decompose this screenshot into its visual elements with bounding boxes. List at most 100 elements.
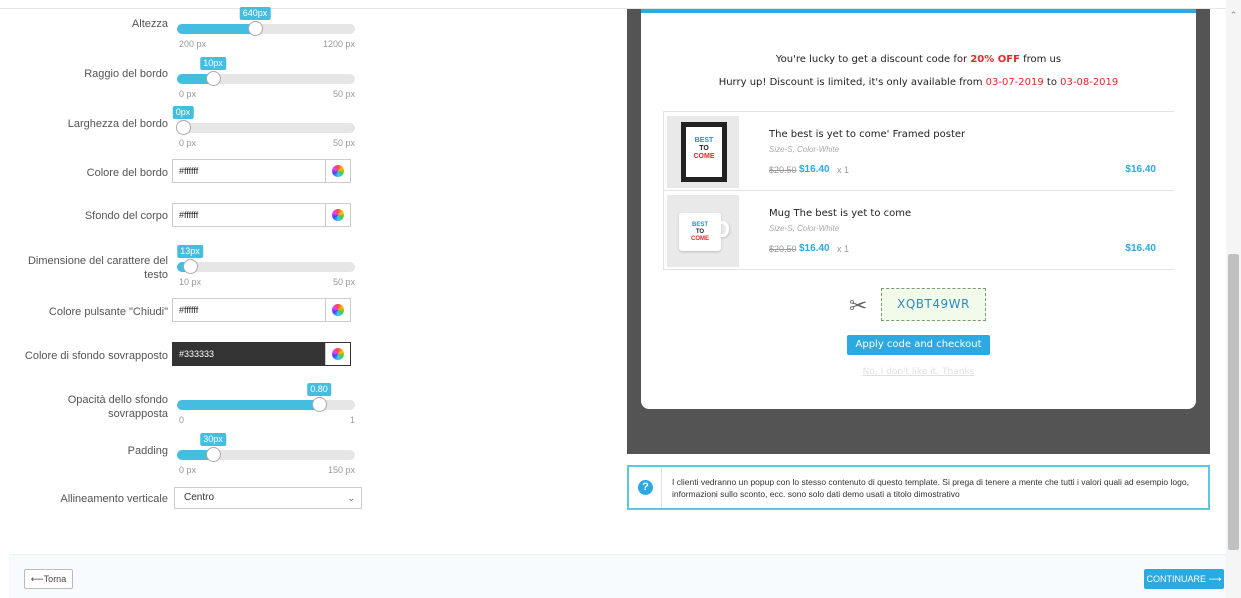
scroll-up-icon[interactable]: ⌃ bbox=[1226, 8, 1241, 22]
border-width-label: Larghezza del bordo bbox=[67, 118, 168, 130]
vertical-align-label: Allineamento verticale bbox=[60, 493, 168, 505]
discount-code[interactable]: XQBT49WR bbox=[881, 288, 986, 321]
slider-value-bubble: 13px bbox=[177, 245, 203, 258]
slider-min: 0 px bbox=[179, 138, 197, 148]
slider-fill bbox=[177, 24, 255, 34]
color-picker-button[interactable] bbox=[325, 343, 350, 365]
color-picker-button[interactable] bbox=[325, 204, 350, 226]
product-total: $16.40 bbox=[1125, 164, 1156, 175]
info-text: I clienti vedranno un popup con lo stess… bbox=[672, 477, 1189, 499]
product-total: $16.40 bbox=[1125, 243, 1156, 254]
continue-button[interactable]: CONTINUARE ⟶ bbox=[1144, 569, 1224, 589]
slider-fill bbox=[177, 400, 319, 410]
slider-track bbox=[177, 24, 355, 34]
vertical-scrollbar[interactable]: ⌃ bbox=[1226, 0, 1241, 598]
overlay-bg-input[interactable]: #333333 bbox=[172, 342, 351, 366]
overlay-bg-value: #333333 bbox=[179, 349, 215, 359]
color-wheel-icon bbox=[332, 304, 344, 316]
color-wheel-icon bbox=[332, 165, 344, 177]
apply-code-button[interactable]: Apply code and checkout bbox=[847, 335, 990, 355]
question-icon: ? bbox=[638, 480, 653, 495]
close-color-label: Colore pulsante "Chiudi" bbox=[48, 306, 168, 318]
slider-min: 200 px bbox=[179, 39, 207, 49]
discount-amount: 20% OFF bbox=[970, 54, 1020, 65]
slider-track bbox=[177, 74, 355, 84]
info-box: ? I clienti vedranno un popup con lo ste… bbox=[627, 465, 1210, 510]
color-picker-button[interactable] bbox=[325, 299, 350, 321]
product-image: BEST TO COME bbox=[667, 195, 739, 267]
slider-track bbox=[177, 262, 355, 272]
product-new-price: $16.40 bbox=[799, 164, 830, 175]
slider-track bbox=[177, 123, 355, 133]
product-quantity: x 1 bbox=[837, 165, 850, 175]
slider-min: 0 bbox=[179, 415, 185, 425]
slider-track bbox=[177, 450, 355, 460]
color-picker-button[interactable] bbox=[325, 160, 350, 182]
overlay-opacity-label: Opacità dello sfondo sovrapposta bbox=[67, 394, 168, 420]
body-bg-value: #ffffff bbox=[179, 210, 199, 220]
overlay-bg-label: Colore di sfondo sovrapposto bbox=[24, 350, 168, 362]
slider-value-bubble: 640px bbox=[239, 7, 271, 20]
padding-label: Padding bbox=[127, 445, 168, 457]
slider-handle[interactable] bbox=[176, 120, 191, 135]
discount-message: You're lucky to get a discount code for … bbox=[775, 54, 1062, 65]
slider-max: 1200 px bbox=[322, 39, 355, 49]
height-label: Altezza bbox=[131, 18, 168, 30]
slider-min: 0 px bbox=[179, 89, 197, 99]
slider-max: 50 px bbox=[332, 138, 355, 148]
popup-preview: You're lucky to get a discount code for … bbox=[641, 9, 1196, 409]
product-image: BEST TO COME bbox=[667, 116, 739, 188]
product-row: BEST TO COME Mug The best is yet to come S… bbox=[663, 191, 1174, 270]
chevron-down-icon: ⌄ bbox=[347, 493, 355, 503]
availability-message: Hurry up! Discount is limited, it's only… bbox=[718, 77, 1119, 88]
product-old-price: $20.50 bbox=[769, 165, 797, 175]
date-from: 03-07-2019 bbox=[985, 77, 1044, 88]
product-row: BEST TO COME The best is yet to come' Fram… bbox=[663, 112, 1174, 191]
slider-max: 50 px bbox=[332, 89, 355, 99]
body-bg-label: Sfondo del corpo bbox=[84, 210, 168, 222]
no-thanks-link[interactable]: No, I don't like it. Thanks bbox=[641, 367, 1196, 377]
slider-handle[interactable] bbox=[248, 21, 263, 36]
mug-image: BEST TO COME bbox=[679, 213, 721, 251]
slider-value-bubble: 0.80 bbox=[307, 383, 331, 396]
product-new-price: $16.40 bbox=[799, 243, 830, 254]
slider-track bbox=[177, 400, 355, 410]
slider-handle[interactable] bbox=[206, 71, 221, 86]
border-color-input[interactable]: #ffffff bbox=[172, 159, 351, 183]
slider-min: 10 px bbox=[179, 277, 202, 287]
product-quantity: x 1 bbox=[837, 244, 850, 254]
close-color-input[interactable]: #ffffff bbox=[172, 298, 351, 322]
slider-min: 0 px bbox=[179, 465, 197, 475]
vertical-align-value: Centro bbox=[184, 492, 215, 503]
product-list: BEST TO COME The best is yet to come' Fram… bbox=[663, 111, 1174, 270]
slider-max: 150 px bbox=[327, 465, 355, 475]
top-edge bbox=[0, 0, 1241, 9]
slider-handle[interactable] bbox=[206, 447, 221, 462]
font-size-label: Dimensione del carattere del testo bbox=[27, 255, 168, 281]
color-wheel-icon bbox=[332, 209, 344, 221]
slider-value-bubble: 30px bbox=[200, 433, 226, 446]
product-attributes: Size-S, Color-White bbox=[769, 145, 840, 154]
border-color-label: Colore del bordo bbox=[86, 167, 168, 179]
product-attributes: Size-S, Color-White bbox=[769, 224, 840, 233]
border-color-value: #ffffff bbox=[179, 166, 199, 176]
vertical-align-select[interactable]: Centro ⌄ bbox=[174, 487, 362, 509]
border-radius-label: Raggio del bordo bbox=[84, 68, 168, 80]
framed-poster-image: BEST TO COME bbox=[681, 122, 727, 182]
product-old-price: $20.50 bbox=[769, 244, 797, 254]
color-wheel-icon bbox=[332, 348, 344, 360]
close-color-value: #ffffff bbox=[179, 305, 199, 315]
product-name: The best is yet to come' Framed poster bbox=[769, 129, 966, 140]
back-button[interactable]: ⟵Torna bbox=[24, 569, 73, 589]
footer-bar bbox=[9, 554, 1226, 598]
slider-max: 1 bbox=[349, 415, 355, 425]
scissors-icon: ✂ bbox=[849, 293, 868, 318]
slider-handle[interactable] bbox=[183, 259, 198, 274]
body-bg-input[interactable]: #ffffff bbox=[172, 203, 351, 227]
slider-value-bubble: 10px bbox=[200, 57, 226, 70]
slider-handle[interactable] bbox=[312, 397, 327, 412]
scrollbar-thumb[interactable] bbox=[1228, 254, 1239, 550]
slider-value-bubble: 0px bbox=[172, 106, 194, 119]
date-to: 03-08-2019 bbox=[1060, 77, 1119, 88]
product-name: Mug The best is yet to come bbox=[769, 208, 912, 219]
